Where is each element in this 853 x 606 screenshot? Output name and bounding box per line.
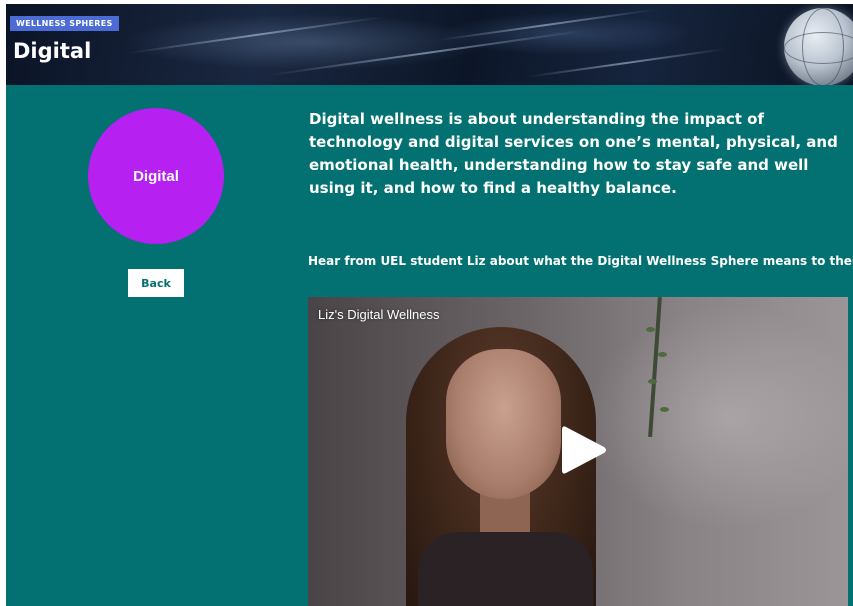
plant-leaf (646, 327, 655, 332)
video-title: Liz's Digital Wellness (318, 307, 440, 322)
banner-streak (267, 29, 585, 77)
banner-streak (526, 48, 726, 78)
video-heading: Hear from UEL student Liz about what the… (308, 254, 853, 268)
intro-text: Digital wellness is about understanding … (309, 110, 838, 197)
digital-sphere: Digital (88, 108, 224, 244)
page-title: Digital (13, 39, 92, 63)
category-tag: WELLNESS SPHERES (10, 16, 119, 31)
back-button[interactable]: Back (128, 269, 184, 297)
video-person-shirt (418, 532, 593, 606)
banner-streak (127, 15, 385, 55)
play-icon[interactable] (558, 423, 608, 477)
satellite-globe-image (784, 8, 853, 85)
plant-leaf (658, 352, 667, 357)
video-person-face (446, 349, 561, 499)
video-player[interactable]: Liz's Digital Wellness (308, 297, 848, 606)
plant-leaf (660, 407, 669, 412)
plant-leaf (648, 379, 657, 384)
sphere-label: Digital (133, 167, 179, 185)
header-banner: WELLNESS SPHERES Digital (6, 4, 853, 85)
page-frame: WELLNESS SPHERES Digital Digital Back Di… (6, 4, 853, 606)
